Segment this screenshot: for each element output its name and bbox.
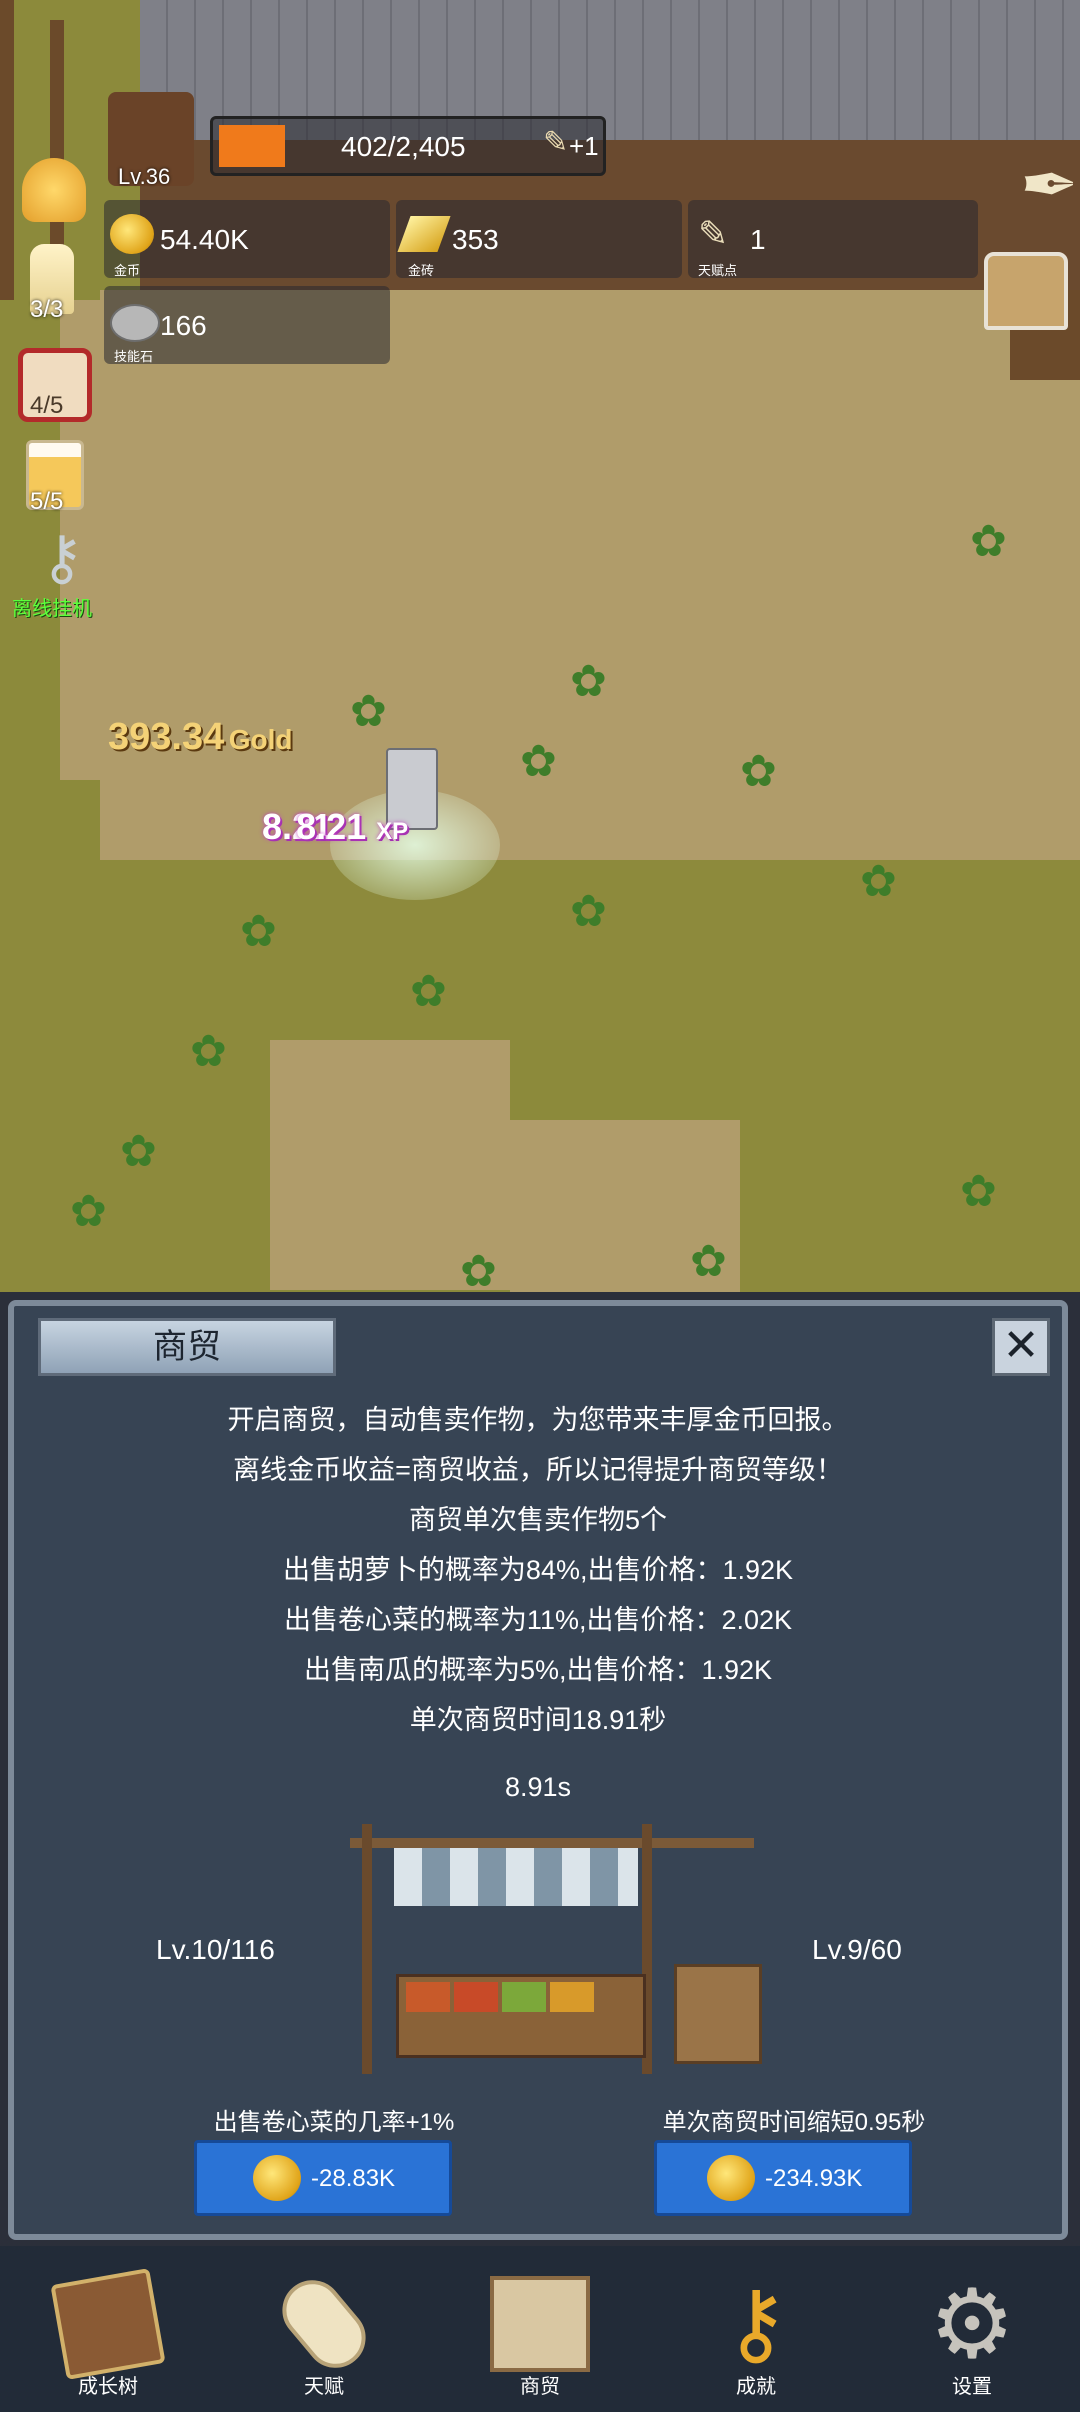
quill-icon[interactable]: ✒ [1020,150,1079,220]
crop-icon: ✿ [740,746,777,797]
skill-stone-label: 技能石 [114,350,154,365]
left-upgrade-button[interactable]: -28.83K [194,2140,452,2216]
gold-value: 54.40K [160,224,249,255]
nav-growth-tree[interactable]: 成长树 [0,2246,216,2412]
crop-icon: ✿ [460,1246,497,1293]
trade-timer: 8.91s [504,1772,572,1802]
gold-counter[interactable]: 54.40K 金币 [104,200,390,279]
panel-title: 商贸 [38,1318,336,1376]
left-upgrade-cost: -28.83K [311,2165,396,2192]
nav-label: 成就 [736,2374,776,2398]
crop-icon: ✿ [570,886,607,937]
crop-icon: ✿ [570,656,607,707]
fence [0,0,14,300]
crop-icon: ✿ [520,736,557,787]
nav-label: 商贸 [520,2374,560,2398]
bottom-nav: 成长树 天赋 商贸 ⚷ 成就 ⚙ 设置 [0,2246,1080,2412]
gold-coin-icon [707,2155,755,2201]
desc-line: 出售卷心菜的概率为11%,出售价格：2.02K [283,1605,793,1635]
nav-talent[interactable]: 天赋 [216,2246,432,2412]
crown-icon[interactable] [22,158,86,222]
beer-count: 5/5 [30,488,64,515]
market-stall-image [342,1824,762,2074]
left-level: Lv.10/116 [156,1934,275,1965]
crop-icon: ✿ [70,1186,107,1237]
nav-label: 天赋 [304,2374,344,2398]
nav-achievements[interactable]: ⚷ 成就 [648,2246,864,2412]
scroll-icon [270,2267,378,2381]
nav-trade[interactable]: 商贸 [432,2246,648,2412]
gold-label: 金币 [114,264,141,279]
desc-line: 单次商贸时间18.91秒 [409,1705,667,1735]
crop-icon: ✿ [690,1236,727,1287]
key-icon[interactable]: ⚷ [40,528,84,588]
crop-icon: ✿ [860,856,897,907]
crop-icon: ✿ [120,1126,157,1177]
floating-xp-text: 8.218.21 XP [262,806,409,847]
grass-strip [0,860,1080,1040]
xp-bar: 402/2,405 ✎ +1 [210,116,606,176]
desc-line: 开启商贸，自动售卖作物，为您带来丰厚金币回报。 [227,1405,849,1435]
dirt-field [100,290,1080,860]
left-upgrade-label: 出售卷心菜的几率+1% [213,2109,455,2136]
right-upgrade-button[interactable]: -234.93K [654,2140,912,2216]
scroll-icon: ✎ [698,214,729,255]
gold-brick-label: 金砖 [408,264,435,279]
gear-icon: ⚙ [928,2268,1016,2380]
crop-icon: ✿ [970,516,1007,567]
xp-bonus: +1 [569,131,599,161]
dice-count: 4/5 [30,392,64,419]
grass-strip [740,1040,1080,1292]
xp-bar-fill [219,125,285,167]
gold-coin-icon [110,214,154,254]
right-upgrade-cost: -234.93K [765,2165,863,2192]
stone-icon [110,304,160,342]
desc-line: 离线金币收益=商贸收益，所以记得提升商贸等级！ [233,1455,843,1485]
game-scene[interactable]: ✿ ✿ ✿ ✿ ✿ ✿ ✿ ✿ ✿ ✿ ✿ ✿ ✿ ✿ ✿ 393.34 Gol… [0,0,1080,1292]
desc-line: 出售南瓜的概率为5%,出售价格：1.92K [303,1655,773,1685]
player-level: Lv.36 [118,164,171,189]
nav-settings[interactable]: ⚙ 设置 [864,2246,1080,2412]
floating-gold-text: 393.34 Gold [108,716,293,758]
xp-text: 402/2,405 [341,131,466,162]
crop-icon: ✿ [190,1026,227,1077]
skill-stone-counter[interactable]: 166 技能石 [104,286,390,365]
crop-icon: ✿ [350,686,387,737]
close-button[interactable]: ✕ [992,1318,1050,1376]
quill-icon: ✎ [543,125,569,160]
skill-stone-value: 166 [160,310,207,341]
book-icon [50,2268,166,2380]
crop-icon: ✿ [240,906,277,957]
talent-value: 1 [750,224,766,255]
gold-brick-counter[interactable]: 353 金砖 [396,200,682,279]
gold-brick-value: 353 [452,224,499,255]
desc-line: 出售胡萝卜的概率为84%,出售价格：1.92K [282,1555,794,1585]
key-icon: ⚷ [723,2271,789,2376]
map-icon [490,2276,590,2372]
nav-label: 设置 [952,2374,992,2398]
treasure-chest-icon[interactable] [984,252,1068,330]
right-upgrade-label: 单次商贸时间缩短0.95秒 [662,2109,926,2136]
gold-coin-icon [253,2155,301,2201]
talent-label: 天赋点 [698,264,738,279]
gold-brick-icon [397,216,451,252]
crop-icon: ✿ [410,966,447,1017]
afk-label[interactable]: 离线挂机 [12,592,92,621]
trade-panel: 商贸 ✕ 开启商贸，自动售卖作物，为您带来丰厚金币回报。 离线金币收益=商贸收益… [8,1300,1068,2240]
crop-icon: ✿ [960,1166,997,1217]
talent-counter[interactable]: ✎ 1 天赋点 [688,200,978,279]
right-level: Lv.9/60 [812,1934,902,1965]
nav-label: 成长树 [78,2374,138,2398]
candle-count: 3/3 [30,296,64,323]
desc-line: 商贸单次售卖作物5个 [408,1505,668,1535]
